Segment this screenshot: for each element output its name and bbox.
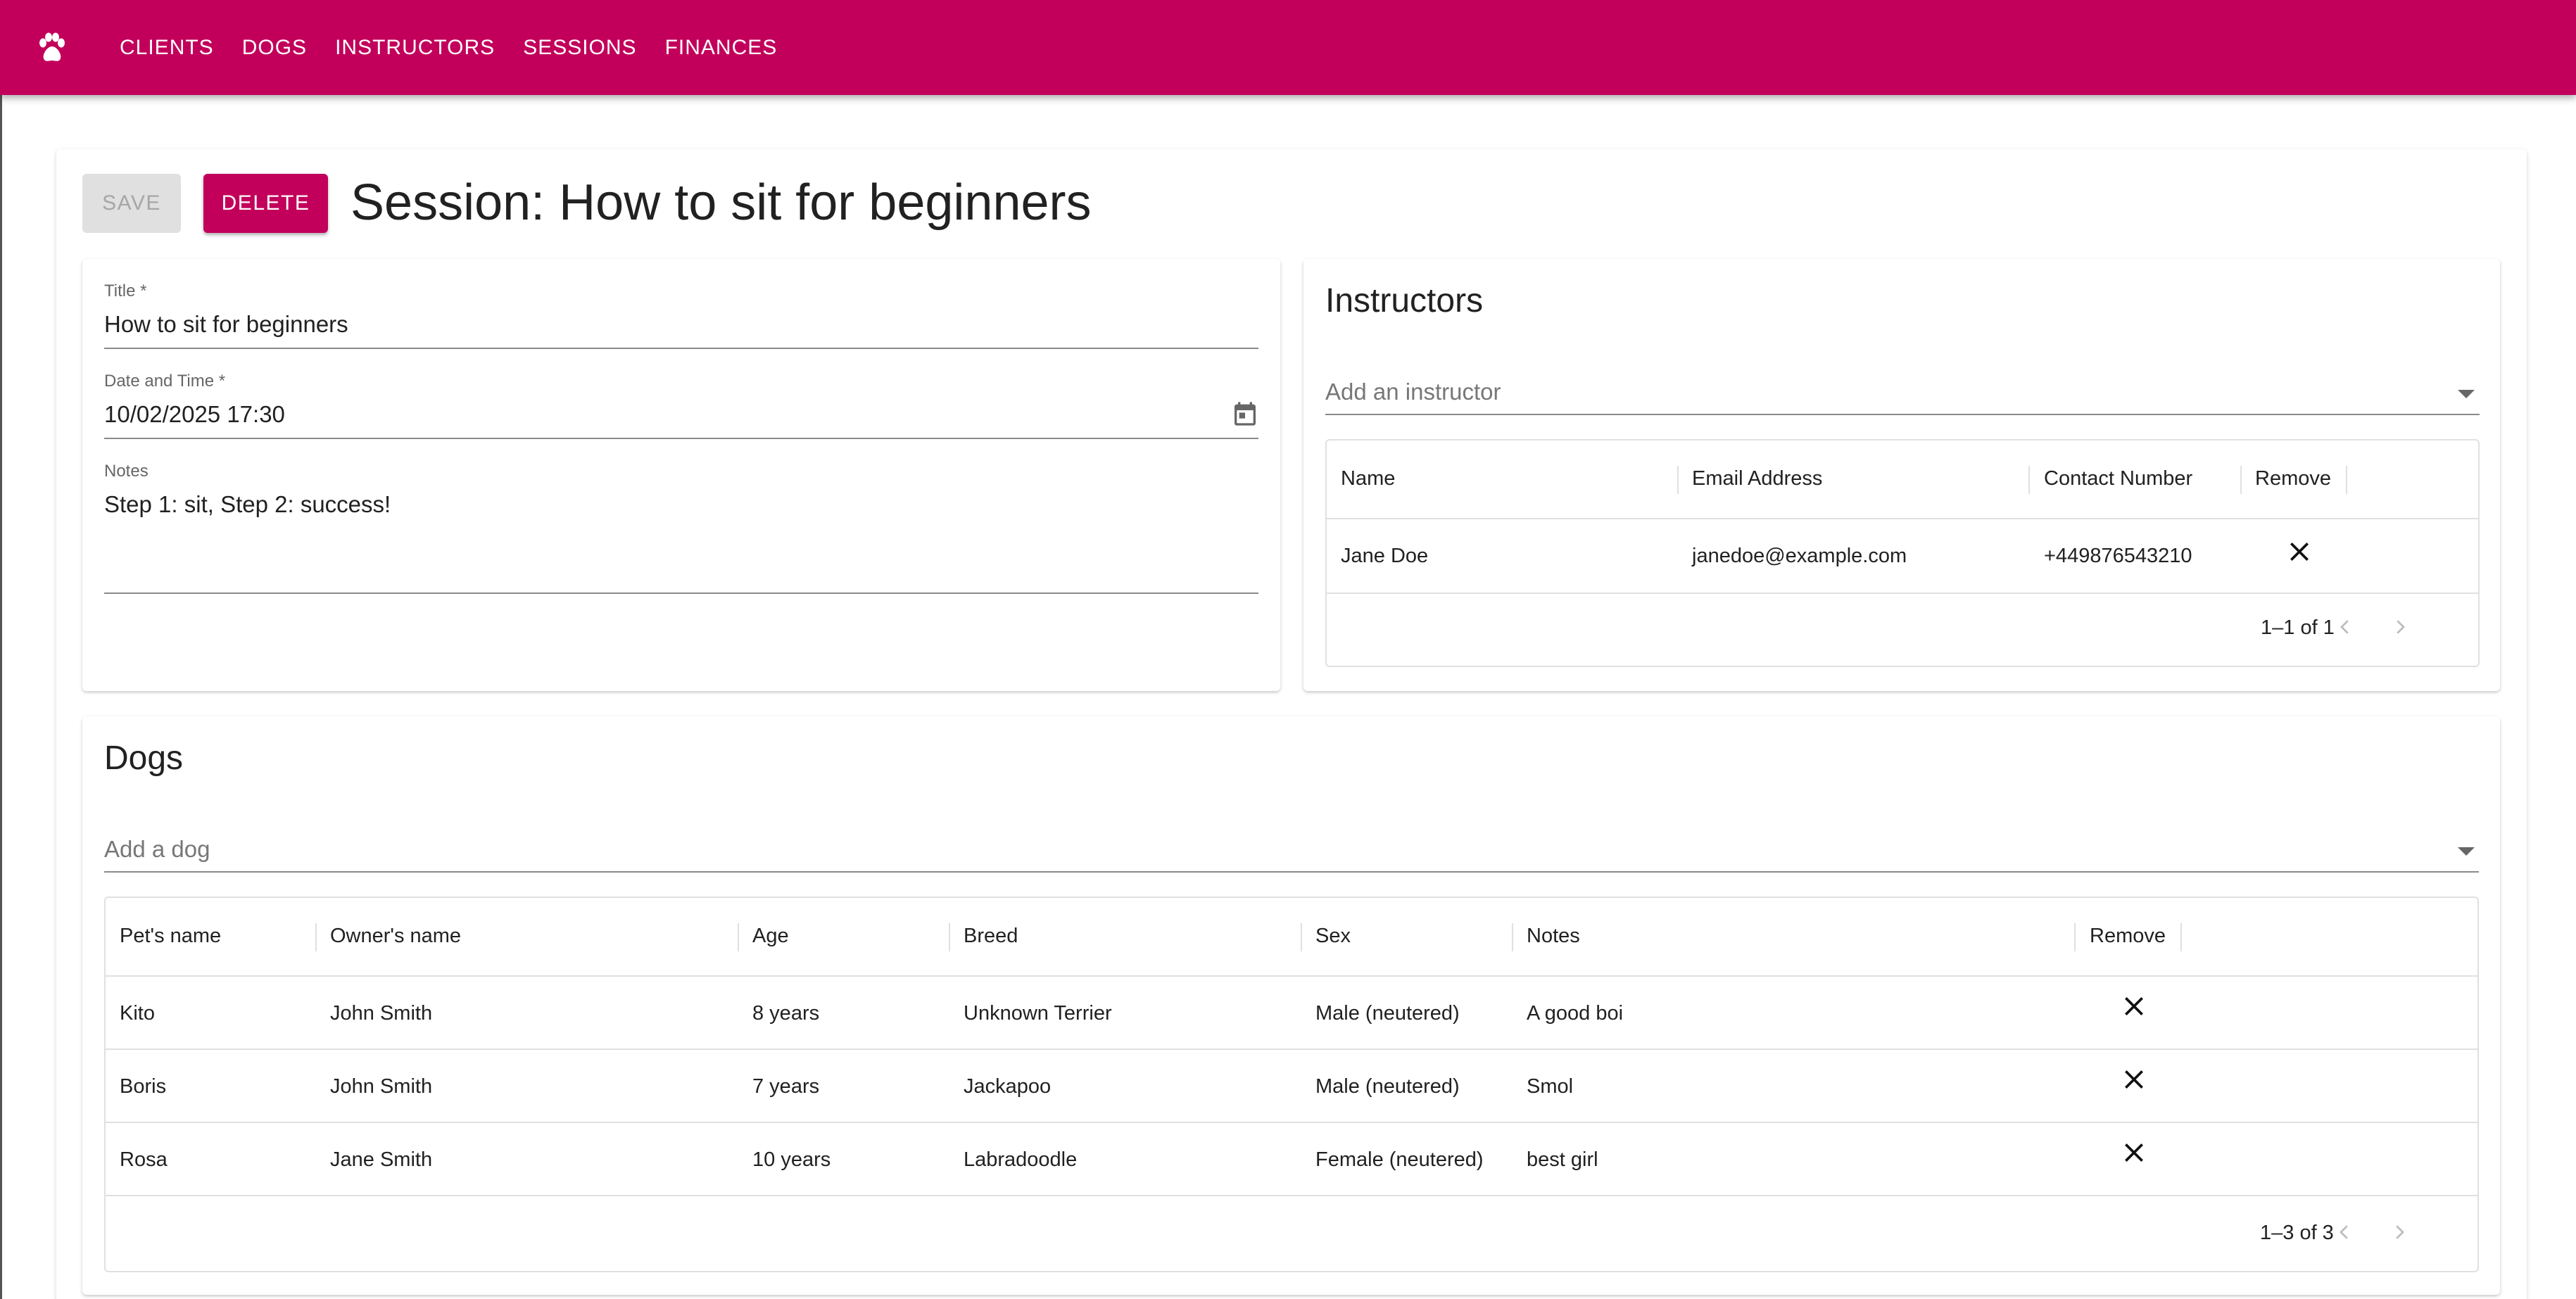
column-separator — [1301, 923, 1302, 951]
close-icon[interactable] — [2120, 1065, 2148, 1094]
notes-label: Notes — [104, 462, 149, 481]
column-separator — [2180, 923, 2182, 951]
table-row[interactable]: Kito John Smith 8 years Unknown Terrier … — [106, 977, 2477, 1050]
column-header[interactable]: Age — [752, 925, 789, 948]
dog-pet-name: Rosa — [120, 1148, 168, 1171]
nav-sessions[interactable]: SESSIONS — [509, 26, 650, 70]
chevron-right-icon[interactable] — [2389, 616, 2411, 638]
column-separator — [2240, 466, 2242, 494]
dog-pet-name: Boris — [120, 1075, 167, 1098]
dog-sex: Female (neutered) — [1315, 1148, 1484, 1171]
nav-clients[interactable]: CLIENTS — [106, 26, 228, 70]
column-separator — [2074, 923, 2076, 951]
instructor-phone: +449876543210 — [2044, 545, 2192, 567]
table-row[interactable]: Boris John Smith 7 years Jackapoo Male (… — [106, 1050, 2477, 1123]
close-icon[interactable] — [2120, 1139, 2148, 1167]
paw-icon[interactable] — [35, 31, 69, 65]
dog-age: 7 years — [752, 1075, 820, 1098]
nav-dogs[interactable]: DOGS — [228, 26, 321, 70]
delete-button[interactable]: DELETE — [203, 174, 328, 233]
app-bar: CLIENTS DOGS INSTRUCTORS SESSIONS FINANC… — [0, 0, 2576, 95]
dog-owner-name: John Smith — [330, 1002, 433, 1025]
add-instructor-select[interactable]: Add an instructor — [1325, 379, 1501, 405]
save-button[interactable]: SAVE — [82, 174, 181, 233]
column-separator — [1512, 923, 1513, 951]
main-nav: CLIENTS DOGS INSTRUCTORS SESSIONS FINANC… — [106, 0, 791, 95]
datetime-label: Date and Time * — [104, 372, 226, 391]
column-header[interactable]: Email Address — [1692, 467, 1822, 490]
column-header[interactable]: Contact Number — [2044, 467, 2192, 490]
calendar-icon[interactable] — [1231, 400, 1259, 428]
notes-field[interactable]: Step 1: sit, Step 2: success! — [104, 491, 391, 518]
chevron-left-icon[interactable] — [2335, 616, 2356, 638]
table-header-row: Name Email Address Contact Number Remove — [1327, 441, 2478, 519]
notes-underline — [104, 593, 1258, 594]
column-header[interactable]: Breed — [964, 925, 1018, 948]
column-header[interactable]: Owner's name — [330, 925, 461, 948]
column-separator — [2028, 466, 2030, 494]
chevron-left-icon[interactable] — [2334, 1222, 2355, 1243]
table-row[interactable]: Jane Doe janedoe@example.com +4498765432… — [1327, 519, 2478, 594]
page-title: Session: How to sit for beginners — [351, 175, 1092, 231]
nav-finances[interactable]: FINANCES — [651, 26, 792, 70]
dog-age: 10 years — [752, 1148, 831, 1171]
datetime-underline — [104, 438, 1258, 439]
column-separator — [2346, 466, 2347, 494]
column-header[interactable]: Pet's name — [120, 925, 221, 948]
title-underline — [104, 348, 1258, 349]
column-header[interactable]: Remove — [2090, 925, 2166, 948]
dog-age: 8 years — [752, 1002, 820, 1025]
column-separator — [738, 923, 739, 951]
nav-instructors[interactable]: INSTRUCTORS — [321, 26, 509, 70]
dog-sex: Male (neutered) — [1315, 1075, 1460, 1098]
close-icon[interactable] — [2285, 538, 2313, 566]
instructor-select-underline — [1325, 414, 2480, 415]
dogs-card: Dogs Add a dog Pet's name Owner's name A… — [82, 716, 2500, 1295]
dog-breed: Labradoodle — [964, 1148, 1078, 1171]
datetime-field[interactable]: 10/02/2025 17:30 — [104, 401, 285, 428]
table-row[interactable]: Rosa Jane Smith 10 years Labradoodle Fem… — [106, 1123, 2477, 1196]
close-icon[interactable] — [2120, 992, 2148, 1020]
session-form-card: Title * How to sit for beginners Date an… — [82, 259, 1280, 691]
pagination-label: 1–1 of 1 — [2261, 616, 2335, 639]
dog-owner-name: Jane Smith — [330, 1148, 433, 1171]
column-separator — [1677, 466, 1679, 494]
dog-pet-name: Kito — [120, 1002, 155, 1025]
dog-breed: Unknown Terrier — [964, 1002, 1112, 1025]
dogs-heading: Dogs — [104, 740, 184, 777]
dog-notes: best girl — [1527, 1148, 1598, 1171]
instructors-heading: Instructors — [1325, 282, 1484, 319]
column-separator — [315, 923, 317, 951]
column-header[interactable]: Sex — [1315, 925, 1351, 948]
chevron-right-icon[interactable] — [2389, 1222, 2410, 1243]
instructor-name: Jane Doe — [1341, 545, 1429, 567]
arrow-drop-down-icon[interactable] — [2458, 390, 2475, 398]
dog-notes: Smol — [1527, 1075, 1574, 1098]
dog-owner-name: John Smith — [330, 1075, 433, 1098]
dog-select-underline — [104, 871, 2479, 873]
instructor-email: janedoe@example.com — [1692, 545, 1907, 567]
dog-breed: Jackapoo — [964, 1075, 1052, 1098]
table-header-row: Pet's name Owner's name Age Breed Sex No… — [106, 898, 2477, 977]
column-separator — [949, 923, 950, 951]
column-header[interactable]: Name — [1341, 467, 1395, 490]
pagination-label: 1–3 of 3 — [2260, 1222, 2334, 1244]
arrow-drop-down-icon[interactable] — [2458, 847, 2475, 856]
column-header[interactable]: Remove — [2255, 467, 2331, 490]
dog-notes: A good boi — [1527, 1002, 1624, 1025]
instructors-card: Instructors Add an instructor Name Email… — [1303, 259, 2500, 691]
window-left-border — [0, 0, 2, 1299]
dog-sex: Male (neutered) — [1315, 1002, 1460, 1025]
title-field[interactable]: How to sit for beginners — [104, 311, 348, 338]
dogs-table: Pet's name Owner's name Age Breed Sex No… — [104, 896, 2479, 1272]
title-label: Title * — [104, 281, 147, 300]
add-dog-select[interactable]: Add a dog — [104, 836, 210, 863]
instructors-table: Name Email Address Contact Number Remove… — [1325, 439, 2480, 667]
column-header[interactable]: Notes — [1527, 925, 1580, 948]
